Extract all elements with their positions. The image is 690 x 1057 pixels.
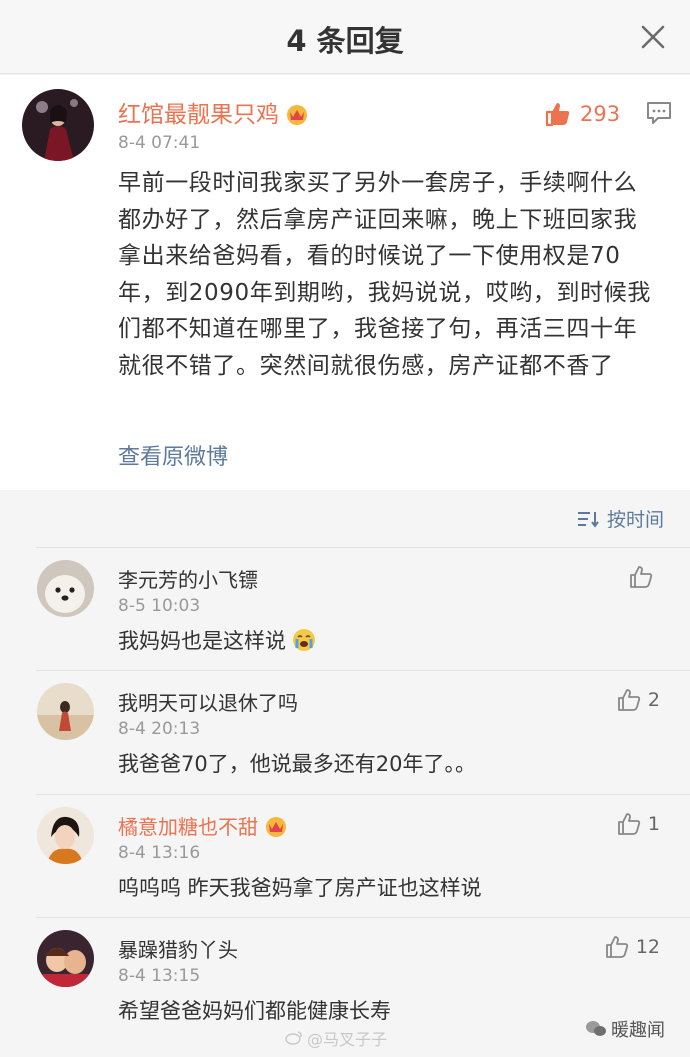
- author-name: 橘意加糖也不甜: [118, 815, 258, 839]
- avatar[interactable]: [37, 930, 94, 987]
- reply-like-button[interactable]: 12: [604, 934, 660, 960]
- reply-text: 呜呜呜 昨天我爸妈拿了房产证也这样说: [118, 876, 482, 900]
- watermark-brand-text: 暖趣闻: [611, 1020, 665, 1041]
- crown-badge-icon: [264, 815, 288, 837]
- reply-author[interactable]: 李元芳的小飞镖: [118, 564, 258, 593]
- post-like-button[interactable]: 293: [544, 99, 620, 129]
- crying-face-icon: [292, 628, 316, 652]
- thumbs-up-icon: [630, 566, 653, 588]
- close-button[interactable]: [638, 22, 668, 52]
- reply-time: 8-4 13:16: [118, 843, 201, 863]
- wechat-logo-icon: [586, 1021, 606, 1036]
- watermark-brand: 暖趣闻: [585, 1016, 665, 1042]
- avatar[interactable]: [37, 560, 94, 617]
- reply-like-button[interactable]: [628, 564, 660, 590]
- comment-icon: [647, 102, 671, 124]
- list-item: 李元芳的小飞镖 8-5 10:03 我妈妈也是这样说: [0, 548, 690, 672]
- comment-button[interactable]: [646, 101, 672, 125]
- avatar[interactable]: [22, 89, 94, 161]
- main-post: 红馆最靓果只鸡 8-4 07:41 293 早前一段时间我家买了另外一套房子，手…: [0, 75, 690, 490]
- reply-like-count: 12: [635, 936, 660, 958]
- reply-text: 我妈妈也是这样说: [118, 625, 316, 655]
- thumbs-up-icon: [545, 103, 570, 127]
- sort-toggle[interactable]: 按时间: [577, 505, 664, 532]
- sort-icon: [577, 511, 599, 528]
- reply-text: 我爸爸70了，他说最多还有20年了。。: [118, 752, 476, 776]
- reply-text-content: 我妈妈也是这样说: [118, 629, 286, 653]
- weibo-logo-icon: [285, 1031, 302, 1045]
- reply-author[interactable]: 暴躁猎豹丫头: [118, 934, 238, 963]
- author-name: 红馆最靓果只鸡: [118, 102, 279, 128]
- reply-like-count: 1: [647, 813, 660, 835]
- post-like-count: 293: [580, 102, 621, 126]
- reply-time: 8-4 13:15: [118, 966, 201, 986]
- header-bar: 4 条回复: [0, 0, 690, 74]
- post-time: 8-4 07:41: [118, 133, 201, 153]
- reply-author[interactable]: 我明天可以退休了吗: [118, 687, 298, 716]
- watermark: @马叉子子: [285, 1026, 387, 1050]
- reply-like-button[interactable]: 1: [616, 811, 660, 837]
- avatar[interactable]: [37, 807, 94, 864]
- page-title: 4 条回复: [286, 24, 404, 58]
- reply-text: 希望爸爸妈妈们都能健康长寿: [118, 999, 391, 1023]
- post-author[interactable]: 红馆最靓果只鸡: [118, 95, 309, 129]
- reply-time: 8-4 20:13: [118, 719, 201, 739]
- view-original-link[interactable]: 查看原微博: [118, 439, 228, 471]
- crown-badge-icon: [285, 103, 309, 125]
- watermark-text: @马叉子子: [307, 1030, 388, 1049]
- close-icon: [641, 25, 665, 49]
- list-item: 橘意加糖也不甜 8-4 13:16 呜呜呜 昨天我爸妈拿了房产证也这样说 1: [0, 795, 690, 919]
- reply-author[interactable]: 橘意加糖也不甜: [118, 811, 288, 840]
- reply-like-count: 2: [647, 689, 660, 711]
- reply-like-button[interactable]: 2: [616, 687, 660, 713]
- post-body: 早前一段时间我家买了另外一套房子，手续啊什么都办好了，然后拿房产证回来嘛，晚上下…: [118, 170, 651, 379]
- avatar[interactable]: [37, 683, 94, 740]
- thumbs-up-icon: [618, 813, 641, 835]
- thumbs-up-icon: [618, 689, 641, 711]
- list-item: 我明天可以退休了吗 8-4 20:13 我爸爸70了，他说最多还有20年了。。 …: [0, 671, 690, 795]
- sort-label: 按时间: [606, 509, 664, 531]
- reply-time: 8-5 10:03: [118, 596, 201, 616]
- thumbs-up-icon: [605, 936, 628, 958]
